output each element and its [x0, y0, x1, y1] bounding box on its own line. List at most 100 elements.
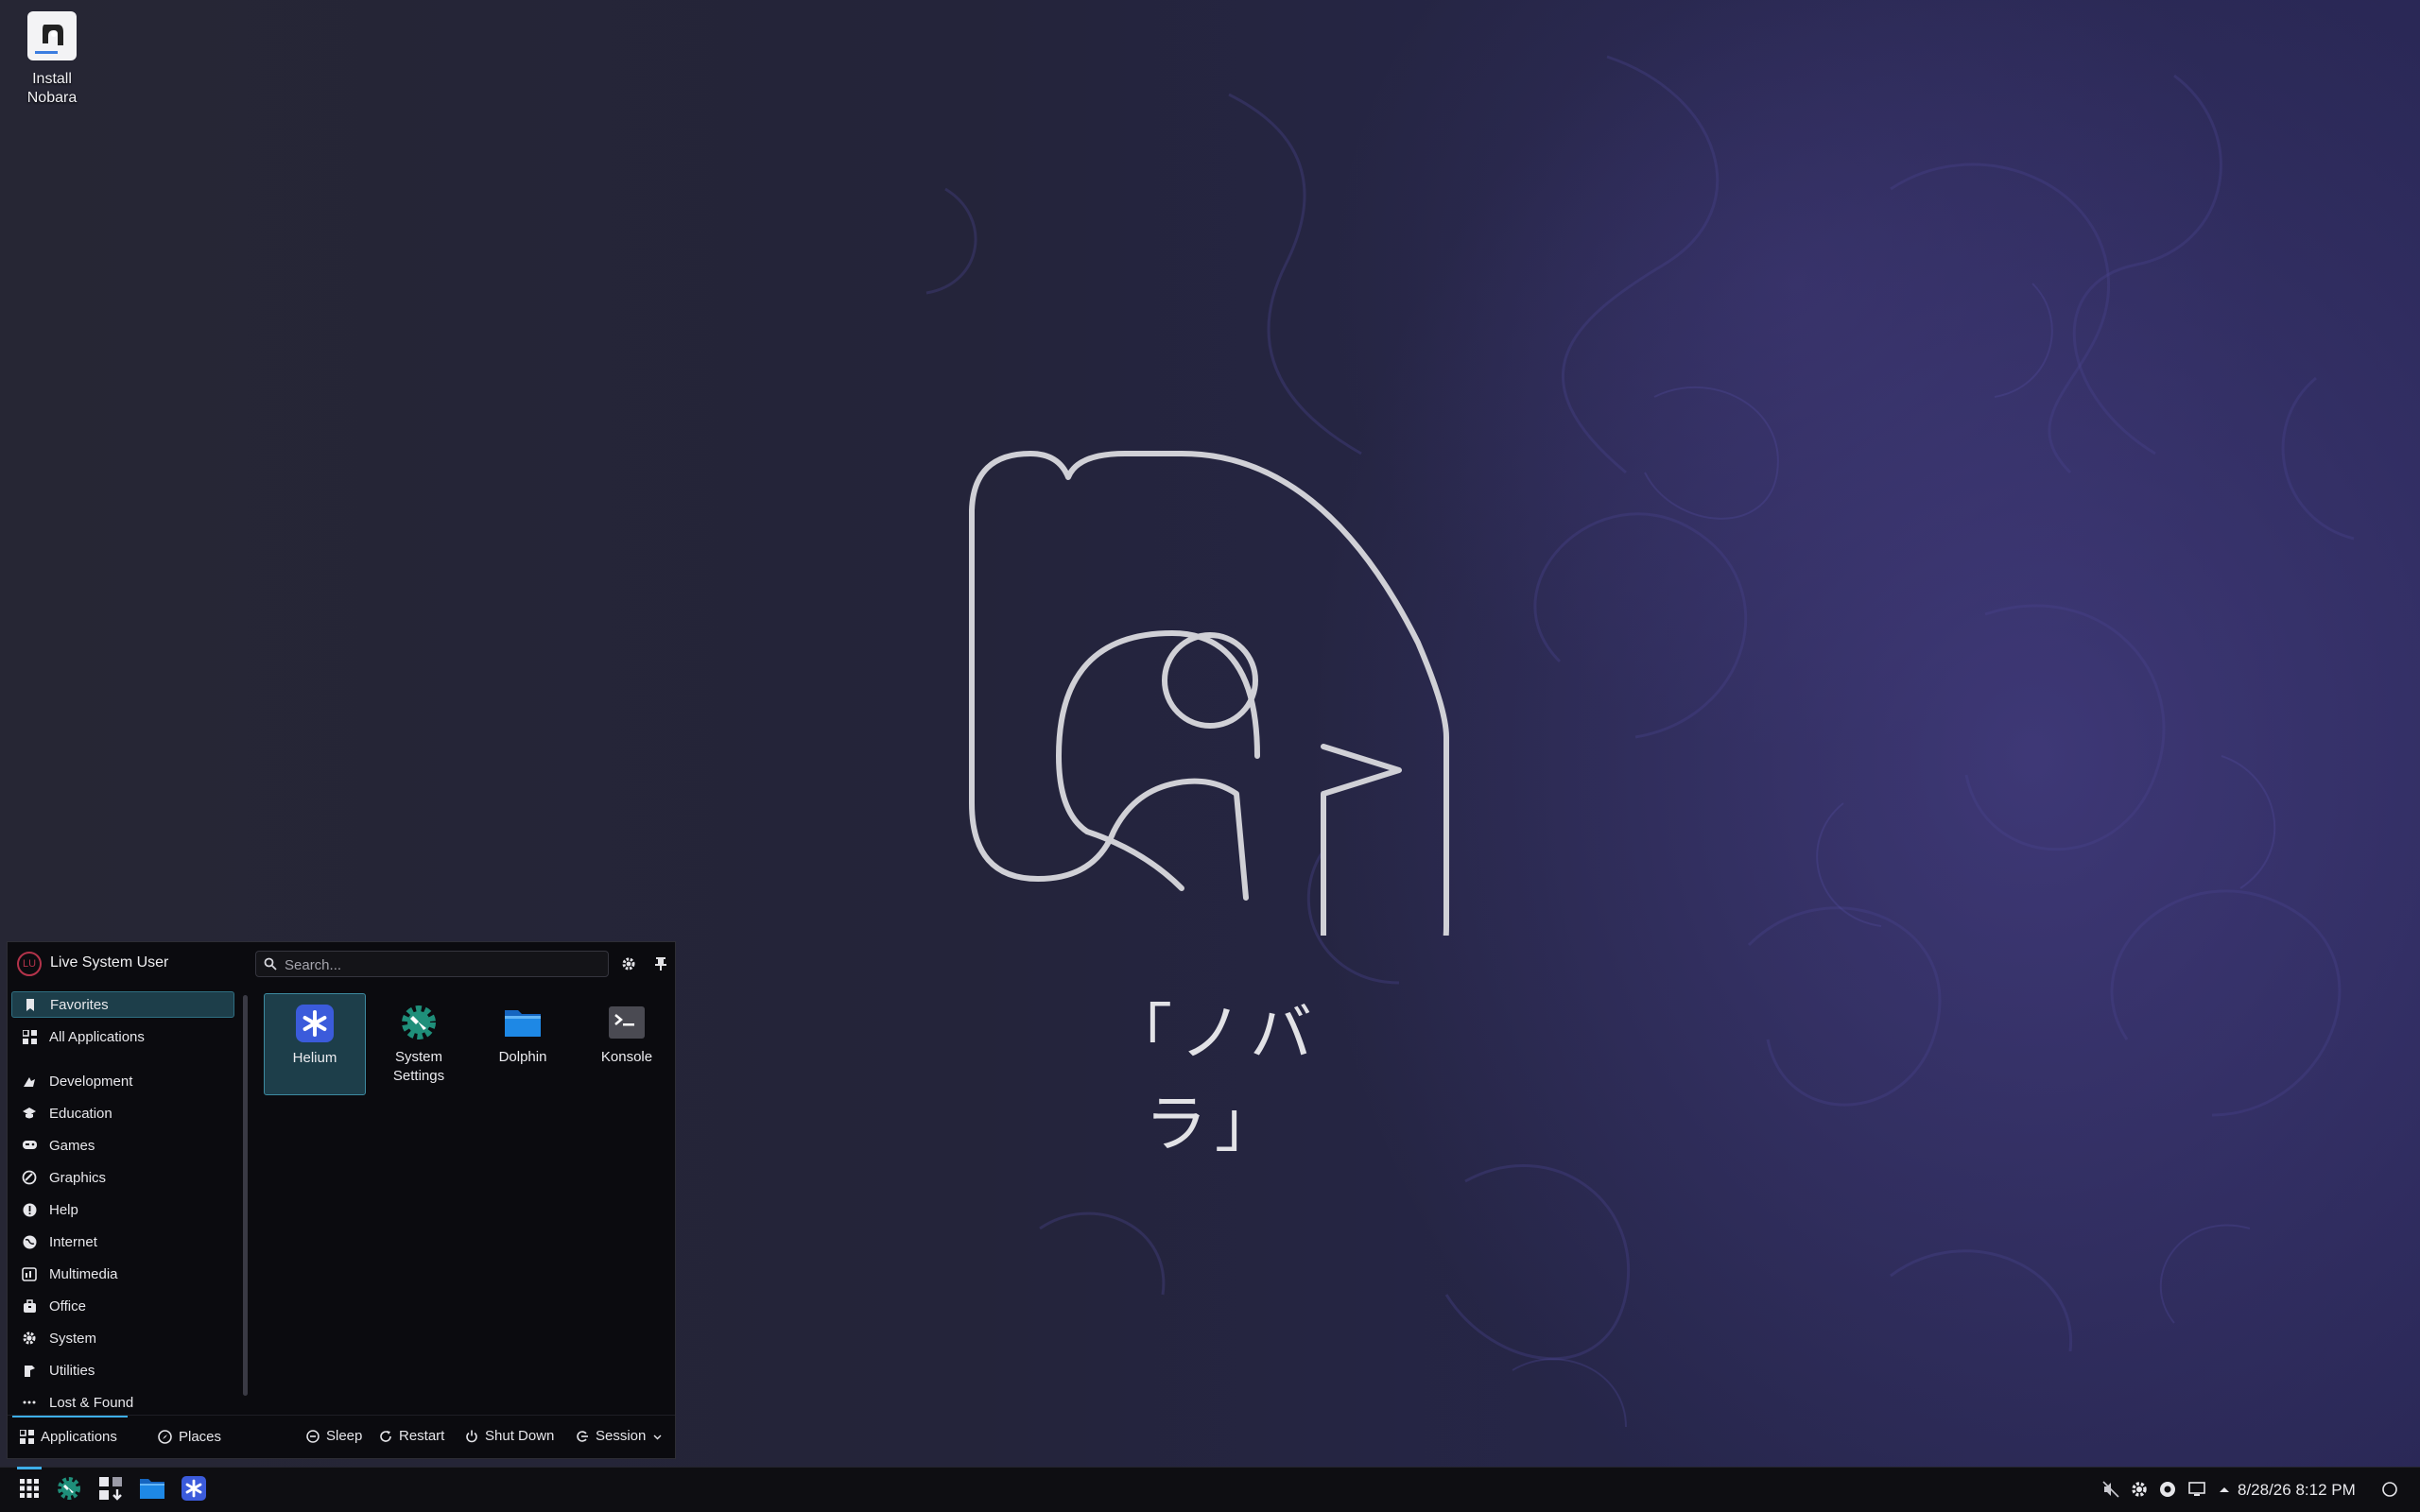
dolphin-icon [139, 1476, 165, 1505]
app-label: Helium [292, 1050, 337, 1066]
category-scrollbar[interactable] [243, 995, 248, 1396]
app-label-line2: Settings [392, 1068, 445, 1084]
settings-icon[interactable] [2129, 1479, 2150, 1500]
system-gear-icon [21, 1330, 38, 1347]
category-label: Utilities [49, 1362, 95, 1379]
category-help[interactable]: Help [11, 1196, 234, 1223]
discover-icon [97, 1475, 124, 1506]
chevron-down-icon [653, 1428, 662, 1444]
category-development[interactable]: Development [11, 1068, 234, 1094]
taskbar-helium[interactable] [175, 1471, 213, 1509]
utilities-icon [21, 1362, 38, 1379]
category-lost-and-found[interactable]: Lost & Found [11, 1389, 234, 1407]
compass-icon [158, 1430, 172, 1444]
taskbar-dolphin[interactable] [133, 1471, 171, 1509]
user-name: Live System User [50, 954, 169, 971]
sleep-label: Sleep [326, 1428, 363, 1444]
category-label: Multimedia [49, 1265, 118, 1282]
expand-arrow-icon[interactable] [2214, 1479, 2235, 1500]
category-label: Office [49, 1297, 86, 1314]
taskbar: 8/28/26 8:12 PM [0, 1467, 2420, 1512]
record-icon[interactable] [2157, 1479, 2178, 1500]
tab-label: Places [179, 1429, 222, 1445]
search-icon [264, 957, 277, 975]
nobara-logo [969, 451, 1449, 936]
tab-applications[interactable]: Applications [20, 1429, 117, 1445]
restart-button[interactable]: Restart [379, 1428, 444, 1444]
display-icon[interactable] [2187, 1479, 2207, 1500]
app-konsole[interactable]: Konsole [576, 993, 678, 1095]
tab-places[interactable]: Places [158, 1429, 221, 1445]
sleep-button[interactable]: Sleep [306, 1428, 362, 1444]
speaker-muted-icon[interactable] [2100, 1479, 2121, 1500]
education-icon [21, 1105, 38, 1122]
configure-gear-icon[interactable] [619, 954, 638, 973]
category-internet[interactable]: Internet [11, 1228, 234, 1255]
grid-icon [20, 1430, 34, 1444]
app-launcher-button[interactable] [10, 1471, 48, 1509]
sleep-icon [306, 1429, 320, 1443]
launcher-header: LU Live System User [8, 942, 675, 984]
terminal-icon [607, 1003, 647, 1042]
taskbar-system-settings[interactable] [50, 1471, 88, 1509]
session-button[interactable]: Session [576, 1428, 662, 1444]
category-graphics[interactable]: Graphics [11, 1164, 234, 1191]
shutdown-button[interactable]: Shut Down [465, 1428, 554, 1444]
app-helium[interactable]: Helium [264, 993, 366, 1095]
category-favorites[interactable]: Favorites [11, 991, 234, 1018]
launcher-footer: Applications Places Sleep Restart Shut D… [8, 1415, 675, 1459]
session-label: Session [596, 1428, 647, 1444]
category-all-applications[interactable]: All Applications [11, 1023, 234, 1050]
category-multimedia[interactable]: Multimedia [11, 1261, 234, 1287]
development-icon [21, 1073, 38, 1090]
app-system-settings[interactable]: System Settings [368, 993, 470, 1095]
wallpaper-tagline: 「ノバラ」 [1110, 997, 1320, 1160]
category-education[interactable]: Education [11, 1100, 234, 1126]
category-label: Internet [49, 1233, 97, 1250]
application-launcher: LU Live System User Favorites All Applic… [7, 941, 676, 1459]
show-desktop-icon[interactable] [2379, 1479, 2400, 1500]
pin-icon[interactable] [651, 954, 670, 973]
category-games[interactable]: Games [11, 1132, 234, 1159]
app-label: Dolphin [498, 1049, 547, 1065]
category-office[interactable]: Office [11, 1293, 234, 1319]
taskbar-discover[interactable] [92, 1471, 130, 1509]
category-label: Education [49, 1105, 112, 1122]
clock[interactable]: 8/28/26 8:12 PM [2238, 1481, 2356, 1500]
desktop-icon-label-line2: Nobara [26, 90, 78, 106]
app-launcher-icon [19, 1478, 40, 1503]
category-label: Graphics [49, 1169, 107, 1186]
help-icon [21, 1201, 38, 1218]
category-label: Games [49, 1137, 95, 1154]
category-label: Lost & Found [49, 1394, 134, 1408]
tab-label: Applications [41, 1429, 117, 1445]
graphics-icon [21, 1169, 38, 1186]
search-field[interactable] [255, 951, 609, 977]
grid-icon [21, 1028, 38, 1045]
category-system[interactable]: System [11, 1325, 234, 1351]
category-label: System [49, 1330, 97, 1347]
category-label: Favorites [50, 996, 109, 1013]
desktop-icon-label-line1: Install [32, 71, 72, 87]
office-icon [21, 1297, 38, 1314]
app-label-line1: System [394, 1049, 442, 1065]
session-icon [576, 1430, 589, 1443]
avatar[interactable]: LU [17, 952, 42, 976]
power-icon [465, 1430, 478, 1443]
folder-icon [503, 1003, 543, 1042]
system-settings-icon [57, 1476, 81, 1505]
category-utilities[interactable]: Utilities [11, 1357, 234, 1383]
search-input[interactable] [283, 954, 598, 976]
gamepad-icon [21, 1137, 38, 1154]
multimedia-icon [21, 1265, 38, 1282]
launcher-active-indicator [17, 1467, 42, 1469]
category-label: Help [49, 1201, 78, 1218]
category-label: Development [49, 1073, 133, 1090]
install-nobara-desktop-icon[interactable]: Install Nobara [17, 11, 87, 108]
app-dolphin[interactable]: Dolphin [472, 993, 574, 1095]
category-list: Favorites All Applications Development E… [11, 991, 238, 1407]
app-label: Konsole [600, 1049, 653, 1065]
nobara-installer-icon [27, 11, 77, 60]
category-label: All Applications [49, 1028, 145, 1045]
restart-label: Restart [399, 1428, 445, 1444]
